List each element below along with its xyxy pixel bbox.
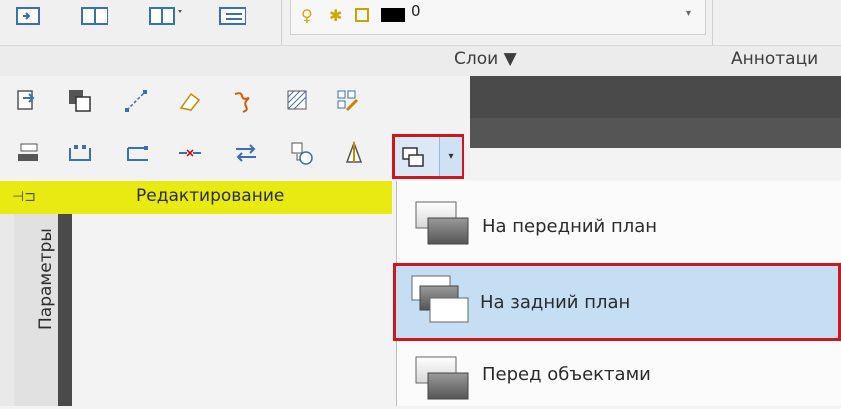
break-at-point-icon[interactable] (124, 140, 152, 166)
join-icon[interactable] (230, 88, 258, 114)
align-icon[interactable] (14, 140, 42, 166)
modify-panel-title: Редактирование (136, 186, 285, 206)
send-to-back-icon (400, 272, 470, 332)
hatch-edit-icon[interactable] (284, 88, 312, 114)
pin-icon[interactable]: ⊣⊐ (12, 189, 36, 205)
break-icon[interactable] (66, 140, 94, 166)
palette-body (72, 214, 398, 406)
drawing-area-band (470, 118, 841, 148)
layer-combo-value: 0 (411, 2, 421, 20)
ribbon-button-1[interactable] (14, 0, 42, 34)
ribbon-panel-label-row (0, 45, 841, 76)
draw-order-dropdown-arrow[interactable]: ▾ (439, 137, 462, 176)
stretch-icon[interactable] (122, 88, 150, 114)
bring-to-front-icon (402, 196, 472, 256)
menu-item-bring-above-objects[interactable]: Перед объектами (398, 343, 841, 406)
layers-panel-label[interactable]: Слои ▼ (454, 49, 517, 69)
menu-item-label: Перед объектами (482, 364, 651, 385)
menu-item-label: На передний план (482, 215, 658, 237)
layer-combo[interactable]: ♀ ✱ 0 ▾ (290, 0, 706, 35)
lock-icon (355, 8, 369, 22)
palette-left-margin (0, 214, 14, 406)
palette-dark-strip (58, 214, 72, 406)
set-base-point-icon[interactable] (288, 140, 316, 166)
join-lines-icon[interactable] (176, 140, 204, 166)
copy-icon[interactable] (66, 88, 94, 114)
lightbulb-icon: ♀ (301, 6, 313, 25)
palette-vertical-tab-label: Параметры (36, 228, 56, 330)
bring-above-objects-icon (402, 345, 472, 405)
menu-item-label: На задний план (480, 291, 631, 313)
sun-icon: ✱ (329, 6, 343, 25)
draw-order-icon[interactable] (401, 145, 427, 171)
menu-item-bring-to-front[interactable]: На передний план (398, 187, 841, 265)
move-icon[interactable] (14, 88, 42, 114)
annotation-panel-label[interactable]: Аннотаци (731, 49, 818, 69)
reverse-icon[interactable] (232, 140, 260, 166)
overkill-icon[interactable] (340, 140, 368, 166)
color-swatch (381, 8, 405, 22)
ribbon-button-4[interactable] (218, 0, 246, 34)
menu-item-send-to-back[interactable]: На задний план (393, 263, 841, 341)
chevron-down-icon[interactable]: ▾ (686, 8, 691, 19)
eraser-icon[interactable] (176, 88, 204, 114)
draw-order-split-button[interactable]: ▾ (392, 134, 464, 179)
ribbon-button-3[interactable] (148, 0, 184, 34)
ribbon-button-2[interactable] (80, 0, 108, 34)
array-edit-icon[interactable] (334, 88, 362, 114)
